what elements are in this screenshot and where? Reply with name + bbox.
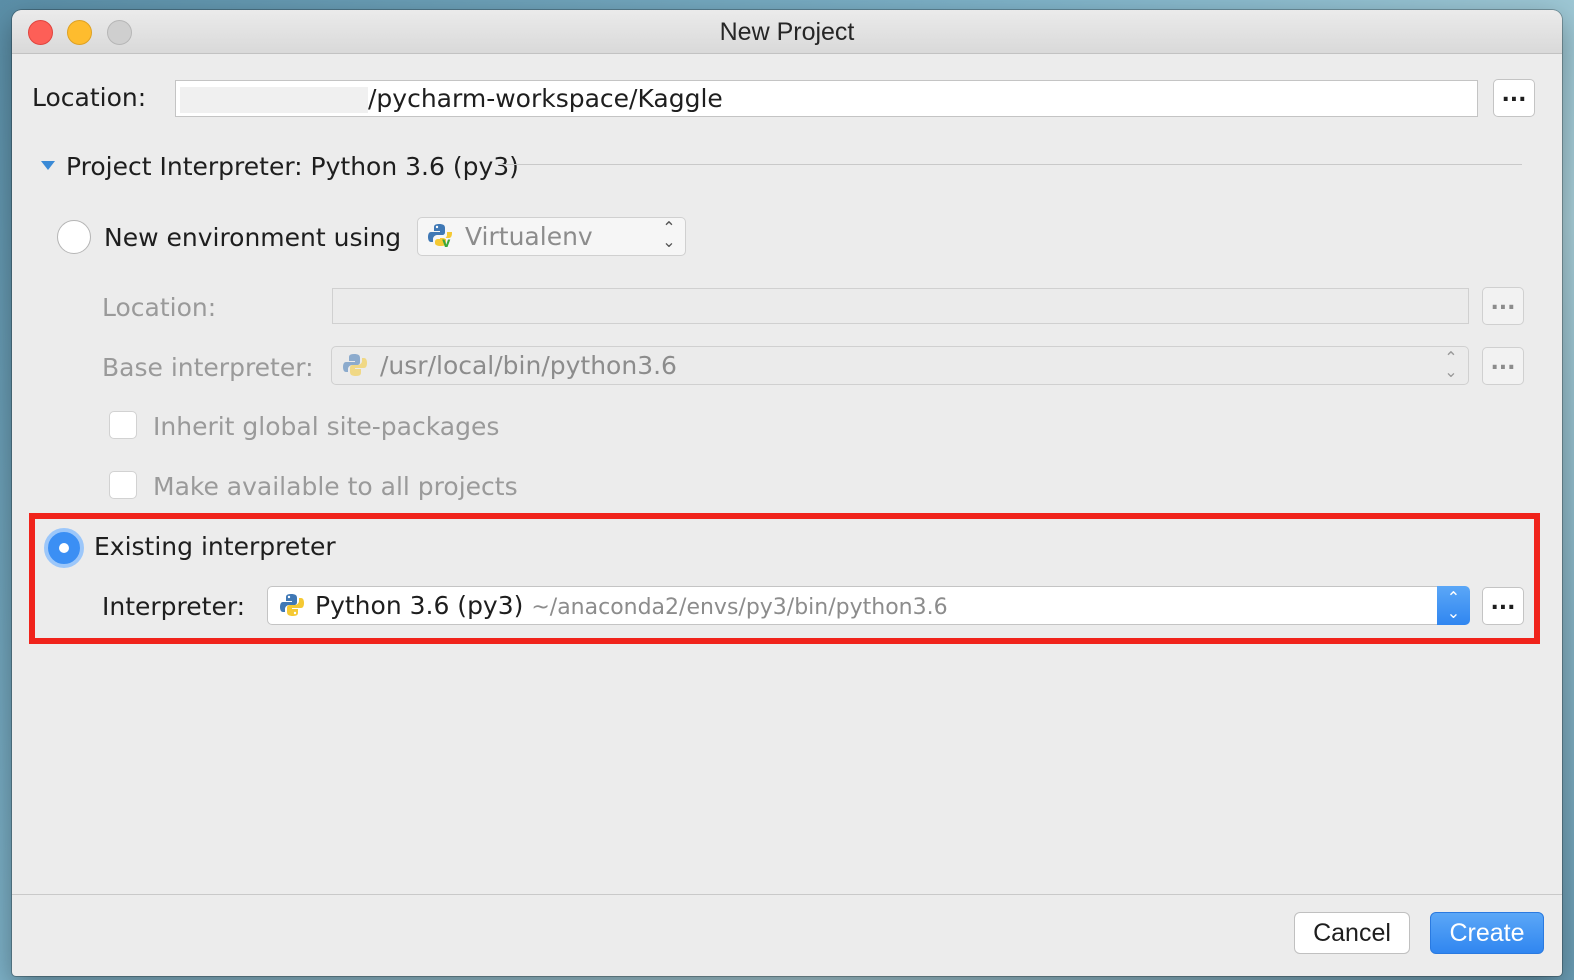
stepper-icon[interactable]: ⌃ ⌄ <box>658 220 680 251</box>
footer-divider <box>12 894 1562 895</box>
base-interpreter-label: Base interpreter: <box>102 353 314 382</box>
interpreter-label: Interpreter: <box>102 592 246 621</box>
window-title: New Project <box>719 18 855 46</box>
location-value: /pycharm-workspace/Kaggle <box>368 84 723 113</box>
virtualenv-icon: v <box>428 224 452 248</box>
env-location-browse-button[interactable]: ... <box>1482 287 1524 325</box>
make-available-checkbox[interactable] <box>109 471 137 499</box>
environment-tool-select[interactable]: Virtualenv <box>417 217 686 256</box>
location-browse-button[interactable]: ... <box>1493 79 1535 117</box>
base-interpreter-value: /usr/local/bin/python3.6 <box>380 351 677 380</box>
stepper-icon[interactable]: ⌃ ⌄ <box>1440 350 1462 381</box>
existing-interpreter-label: Existing interpreter <box>94 532 336 561</box>
interpreter-browse-button[interactable]: ... <box>1482 587 1524 625</box>
cancel-button[interactable]: Cancel <box>1294 912 1410 954</box>
python-icon <box>280 594 304 616</box>
stepper-icon[interactable]: ⌃ ⌄ <box>1437 586 1470 625</box>
svg-text:v: v <box>442 236 451 248</box>
python-icon <box>343 354 367 376</box>
inherit-site-packages-checkbox[interactable] <box>109 411 137 439</box>
interpreter-path: ~/anaconda2/envs/py3/bin/python3.6 <box>531 595 948 620</box>
interpreter-select[interactable]: Python 3.6 (py3) ~/anaconda2/envs/py3/bi… <box>267 586 1469 625</box>
disclosure-triangle-icon[interactable] <box>41 161 55 171</box>
create-button[interactable]: Create <box>1430 912 1544 954</box>
interpreter-name: Python 3.6 (py3) <box>315 591 524 620</box>
new-project-dialog: New Project Location: /pycharm-workspace… <box>12 10 1562 976</box>
make-available-label: Make available to all projects <box>153 472 518 501</box>
env-location-label: Location: <box>102 293 217 322</box>
section-divider <box>498 164 1522 165</box>
new-environment-label: New environment using <box>104 223 402 252</box>
new-environment-radio[interactable] <box>57 220 91 254</box>
title-bar: New Project <box>12 10 1562 54</box>
environment-tool-value: Virtualenv <box>465 222 593 251</box>
env-location-field[interactable] <box>332 288 1469 324</box>
interpreter-section-label[interactable]: Project Interpreter: Python 3.6 (py3) <box>66 152 519 181</box>
existing-interpreter-radio[interactable] <box>44 528 84 568</box>
redacted-path <box>180 87 368 113</box>
base-interpreter-select[interactable]: /usr/local/bin/python3.6 <box>331 346 1469 385</box>
location-field[interactable]: /pycharm-workspace/Kaggle <box>175 80 1478 117</box>
base-interpreter-browse-button[interactable]: ... <box>1482 347 1524 385</box>
inherit-site-packages-label: Inherit global site-packages <box>153 412 500 441</box>
location-label: Location: <box>32 83 147 112</box>
